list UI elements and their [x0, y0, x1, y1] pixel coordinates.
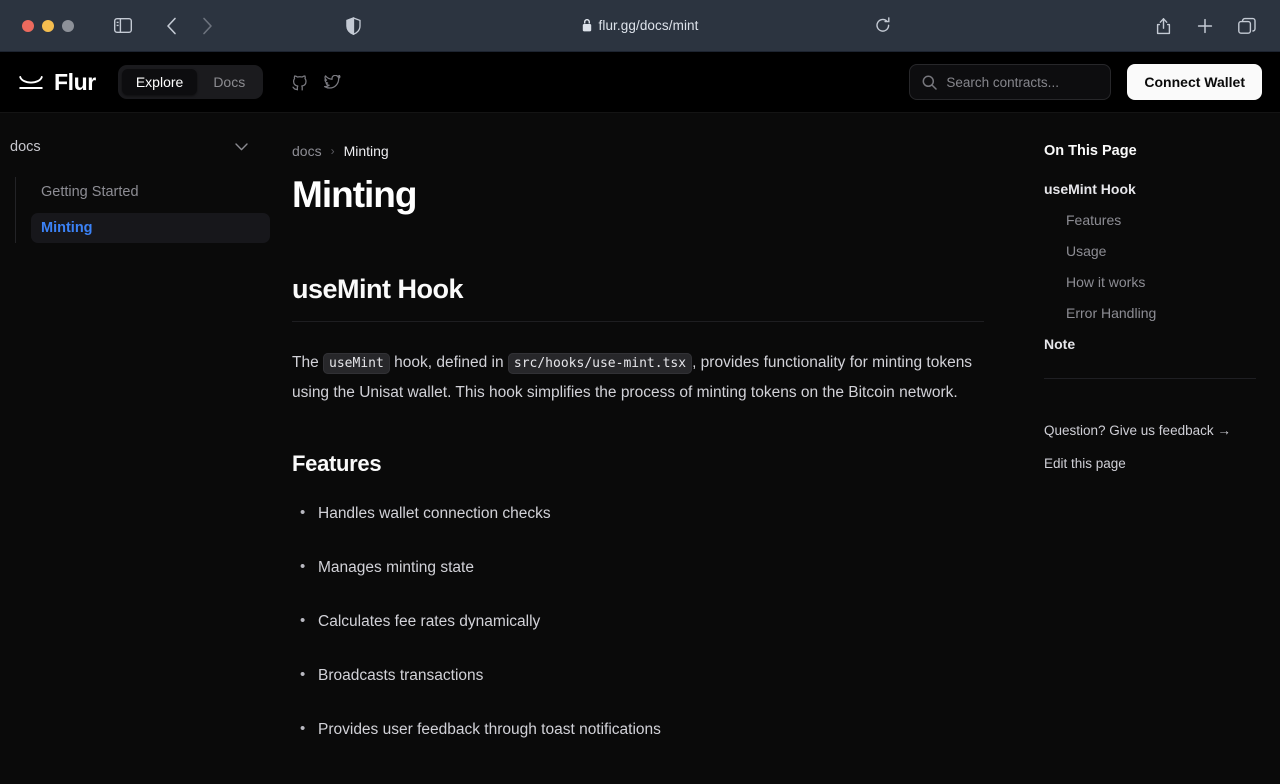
page-body: docs Getting Started Minting docs › Mint…	[0, 113, 1280, 784]
toc-link-how-it-works[interactable]: How it works	[1044, 274, 1256, 290]
search-input[interactable]	[946, 74, 1099, 90]
header-actions: Connect Wallet	[909, 64, 1262, 100]
window-controls[interactable]	[22, 19, 74, 32]
lock-icon	[582, 19, 592, 32]
section-heading-usemint-hook: useMint Hook	[292, 274, 984, 322]
url-text: flur.gg/docs/mint	[598, 18, 699, 33]
intro-text-part2: hook, defined in	[389, 353, 508, 371]
browser-chrome: flur.gg/docs/mint	[0, 0, 1280, 52]
primary-nav-toggle[interactable]: Explore Docs	[117, 65, 264, 99]
brand-name: Flur	[54, 68, 96, 95]
reload-button[interactable]	[868, 11, 898, 41]
breadcrumb-current: Minting	[343, 143, 389, 159]
toc-link-usemint-hook[interactable]: useMint Hook	[1044, 181, 1256, 197]
breadcrumb-separator-icon: ›	[330, 144, 335, 158]
list-item: Broadcasts transactions	[292, 664, 984, 687]
search-contracts-box[interactable]	[909, 64, 1112, 100]
tabs-overview-icon[interactable]	[1232, 11, 1262, 41]
sidebar-nav-list: Getting Started Minting	[15, 177, 270, 243]
list-item: Handles wallet connection checks	[292, 502, 984, 525]
toc-link-usage[interactable]: Usage	[1044, 243, 1256, 259]
app-header: Flur Explore Docs Connect Wallet	[0, 52, 1280, 113]
shield-icon[interactable]	[338, 11, 368, 41]
section-heading-features: Features	[292, 450, 382, 476]
brand-logo[interactable]: Flur	[18, 69, 96, 96]
toc-title: On This Page	[1044, 143, 1137, 159]
sidebar-group-label: docs	[10, 139, 41, 155]
sidebar-item-minting[interactable]: Minting	[31, 213, 270, 243]
connect-wallet-button[interactable]: Connect Wallet	[1127, 64, 1262, 100]
breadcrumb-root[interactable]: docs	[292, 143, 322, 159]
sidebar-group-docs[interactable]: docs	[0, 135, 270, 159]
nav-tab-docs[interactable]: Docs	[199, 69, 259, 95]
github-icon[interactable]	[291, 74, 308, 91]
sidebar-item-getting-started[interactable]: Getting Started	[31, 177, 270, 207]
intro-text-part1: The	[292, 353, 324, 371]
list-item: Calculates fee rates dynamically	[292, 610, 984, 633]
twitter-icon[interactable]	[324, 74, 341, 90]
search-icon	[922, 75, 938, 90]
list-item: Provides user feedback through toast not…	[292, 718, 984, 741]
forward-button[interactable]	[192, 11, 222, 41]
sidebar-toggle-icon[interactable]	[108, 11, 138, 41]
inline-code-file-path: src/hooks/use-mint.tsx	[507, 352, 693, 374]
close-window-button[interactable]	[22, 19, 34, 32]
minimize-window-button[interactable]	[42, 19, 54, 32]
inline-code-usemint: useMint	[323, 352, 390, 374]
breadcrumb: docs › Minting	[292, 143, 984, 159]
chevron-down-icon[interactable]	[235, 143, 248, 151]
edit-this-page-link[interactable]: Edit this page	[1044, 456, 1256, 471]
feedback-card: Question? Give us feedback → Edit this p…	[1044, 378, 1256, 535]
flur-logo-icon	[18, 71, 44, 93]
nav-tab-explore[interactable]: Explore	[121, 69, 198, 95]
list-item: Manages minting state	[292, 556, 984, 579]
give-feedback-link[interactable]: Question? Give us feedback →	[1044, 423, 1256, 438]
main-content: docs › Minting Minting useMint Hook The …	[270, 113, 1034, 784]
chrome-right-actions	[1148, 11, 1266, 41]
back-button[interactable]	[156, 11, 186, 41]
maximize-window-button[interactable]	[62, 19, 74, 32]
on-this-page-toc: On This Page useMint Hook Features Usage…	[1034, 113, 1280, 784]
intro-paragraph: The useMint hook, defined in src/hooks/u…	[292, 348, 982, 407]
share-icon[interactable]	[1148, 11, 1178, 41]
docs-sidebar: docs Getting Started Minting	[0, 113, 270, 784]
page-title: Minting	[292, 174, 418, 215]
toc-link-note[interactable]: Note	[1044, 336, 1256, 352]
features-list: Handles wallet connection checks Manages…	[292, 502, 984, 741]
toc-link-features[interactable]: Features	[1044, 212, 1256, 228]
new-tab-button[interactable]	[1190, 11, 1220, 41]
navigation-buttons[interactable]	[156, 11, 222, 41]
social-links	[291, 74, 341, 91]
toc-link-error-handling[interactable]: Error Handling	[1044, 305, 1256, 321]
